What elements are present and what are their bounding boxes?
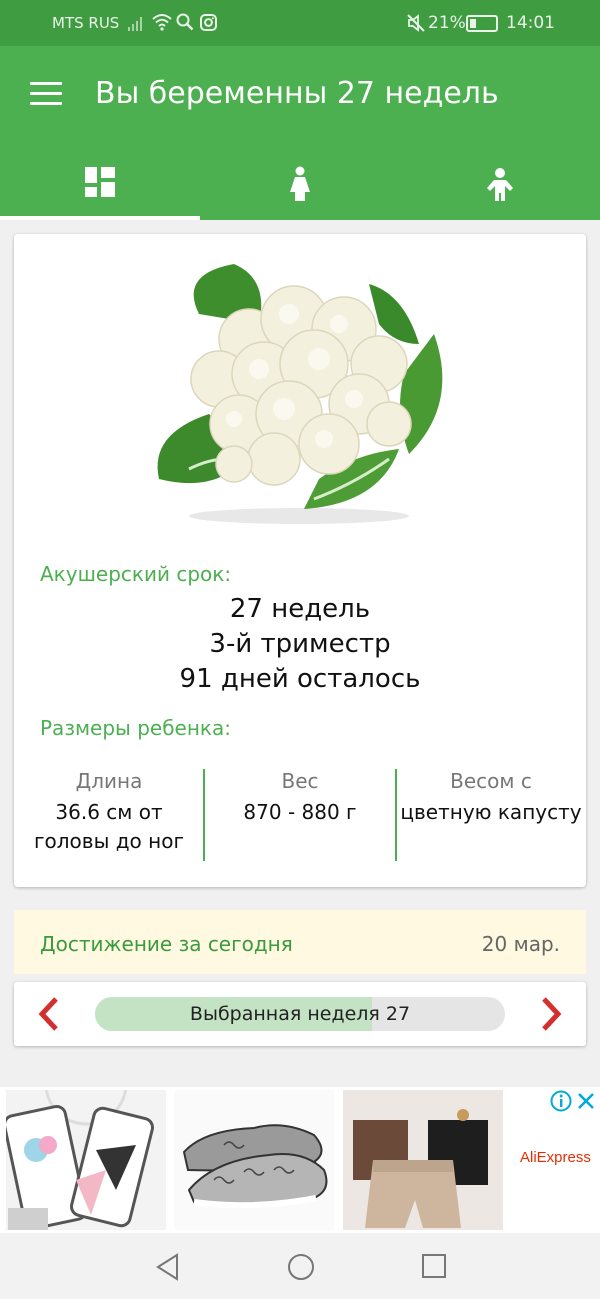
trimester-value: 3-й триместр — [209, 629, 391, 659]
tab-dashboard[interactable] — [0, 150, 200, 220]
search-icon — [176, 13, 194, 31]
wifi-icon — [152, 14, 172, 31]
weeks-value: 27 недель — [229, 594, 371, 624]
battery-percent: 21% — [428, 13, 466, 33]
ad-banner[interactable]: AliExpress — [0, 1087, 600, 1233]
week-selector: Выбранная неделя 27 — [14, 982, 586, 1046]
length-value-line2: головы до ног — [34, 829, 184, 853]
status-bar: MTS RUS 21% 14:01 — [0, 0, 600, 46]
baby-size-label: Размеры ребенка: — [40, 716, 231, 740]
comparison-column: Весом с цветную капусту — [396, 769, 586, 827]
selected-week-label: Выбранная неделя 27 — [189, 1003, 411, 1025]
cauliflower-image — [157, 264, 443, 524]
length-header: Длина — [75, 769, 143, 793]
weight-column: Вес 870 - 880 г — [205, 769, 395, 827]
baby-size-table: Длина 36.6 см от головы до ног Вес 870 -… — [14, 769, 586, 861]
achievement-date: 20 мар. — [481, 932, 560, 956]
ad-info-icon[interactable] — [550, 1090, 572, 1112]
length-value-line1: 36.6 см от — [55, 800, 163, 824]
instagram-icon — [200, 14, 217, 31]
home-icon[interactable] — [287, 1253, 315, 1281]
carrier-name: MTS RUS — [52, 14, 120, 32]
ad-close-icon[interactable] — [575, 1090, 597, 1112]
system-nav-bar — [0, 1233, 600, 1299]
app-bar: Вы беременны 27 недель — [0, 46, 600, 220]
tab-mother[interactable] — [200, 150, 400, 220]
mute-icon — [407, 14, 425, 32]
obstetric-term-label: Акушерский срок: — [40, 562, 232, 586]
page-title: Вы беременны 27 недель — [95, 76, 499, 111]
aliexpress-logo[interactable]: AliExpress — [520, 1149, 591, 1166]
next-week-arrow-icon[interactable] — [536, 996, 566, 1032]
days-left-value: 91 дней осталось — [179, 664, 421, 694]
signal-icon — [128, 17, 142, 31]
length-value: 36.6 см от головы до ног — [14, 798, 204, 856]
dashboard-icon — [85, 167, 115, 197]
week-info-card: Акушерский срок: 27 недель 3-й триместр … — [14, 234, 586, 887]
battery-icon — [466, 15, 498, 32]
back-icon[interactable] — [155, 1253, 181, 1281]
comparison-value: цветную капусту — [400, 800, 582, 824]
woman-icon — [290, 166, 310, 201]
recents-icon[interactable] — [421, 1253, 447, 1279]
menu-icon[interactable] — [30, 82, 62, 108]
length-column: Длина 36.6 см от головы до ног — [14, 769, 204, 856]
week-progress-bar[interactable]: Выбранная неделя 27 — [95, 997, 505, 1031]
achievement-banner[interactable]: Достижение за сегодня 20 мар. — [14, 910, 586, 974]
ad-shoes-image[interactable] — [174, 1090, 334, 1230]
comparison-header: Весом с — [450, 769, 532, 793]
tab-baby[interactable] — [400, 150, 600, 220]
weight-header: Вес — [281, 769, 319, 793]
ad-phone-cases-image[interactable] — [6, 1090, 166, 1230]
clock: 14:01 — [506, 13, 555, 33]
weight-value: 870 - 880 г — [243, 800, 357, 824]
achievement-title: Достижение за сегодня — [40, 932, 293, 956]
child-icon — [487, 168, 513, 201]
previous-week-arrow-icon[interactable] — [34, 996, 64, 1032]
ad-shorts-image[interactable] — [343, 1090, 503, 1230]
